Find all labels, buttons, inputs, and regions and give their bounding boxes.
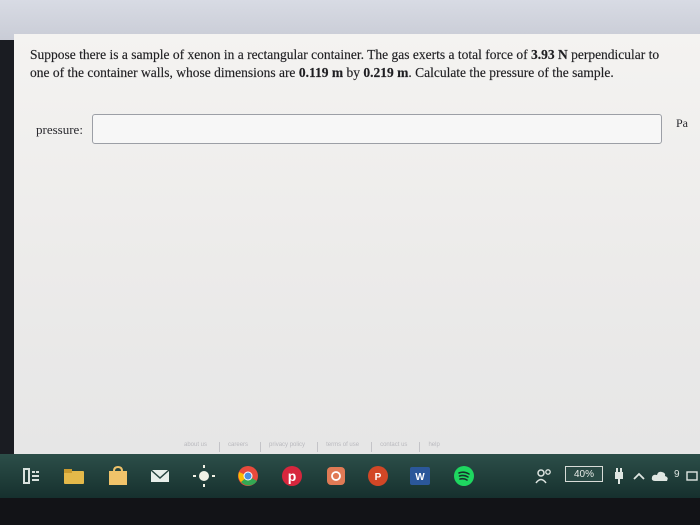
task-view-icon[interactable] bbox=[18, 462, 46, 490]
question-value: 0.219 m bbox=[363, 65, 409, 80]
footer-link-help[interactable]: help bbox=[419, 442, 440, 452]
footer-links: about us careers privacy policy terms of… bbox=[184, 442, 484, 452]
powerpoint-icon[interactable]: P bbox=[364, 462, 392, 490]
question-text-segment: Suppose there is a sample of xenon in a … bbox=[30, 47, 531, 62]
answer-row: pressure: Pa bbox=[36, 114, 696, 148]
browser-content-area: Suppose there is a sample of xenon in a … bbox=[14, 34, 700, 454]
footer-link-contact[interactable]: contact us bbox=[371, 442, 407, 452]
footer-link-terms[interactable]: terms of use bbox=[317, 442, 359, 452]
footer-link-about[interactable]: about us bbox=[184, 442, 207, 452]
people-icon[interactable] bbox=[530, 462, 558, 490]
chrome-icon[interactable] bbox=[234, 462, 262, 490]
cloud-icon[interactable] bbox=[650, 462, 670, 490]
notification-icon[interactable] bbox=[684, 462, 700, 490]
chevron-up-icon[interactable] bbox=[630, 462, 648, 490]
svg-text:P: P bbox=[375, 472, 382, 483]
footer-link-privacy[interactable]: privacy policy bbox=[260, 442, 305, 452]
svg-text:W: W bbox=[415, 472, 425, 483]
svg-text:p: p bbox=[288, 468, 297, 484]
question-value: 3.93 N bbox=[530, 47, 568, 62]
question-value: 0.119 m bbox=[298, 65, 344, 80]
pressure-unit: Pa bbox=[676, 116, 688, 130]
store-icon[interactable] bbox=[104, 462, 132, 490]
instagram-icon[interactable] bbox=[322, 462, 350, 490]
question-text: Suppose there is a sample of xenon in a … bbox=[30, 46, 680, 82]
monitor-bezel-bottom bbox=[0, 498, 700, 525]
battery-indicator[interactable]: 40% bbox=[565, 466, 603, 482]
pressure-label: pressure: bbox=[36, 122, 83, 137]
brightness-icon[interactable] bbox=[190, 462, 218, 490]
footer-link-careers[interactable]: careers bbox=[219, 442, 248, 452]
pressure-input[interactable] bbox=[92, 114, 662, 144]
power-plug-icon[interactable] bbox=[610, 462, 628, 490]
pinterest-icon[interactable]: p bbox=[278, 462, 306, 490]
file-explorer-icon[interactable] bbox=[60, 462, 88, 490]
spotify-icon[interactable] bbox=[450, 462, 478, 490]
mail-icon[interactable] bbox=[146, 462, 174, 490]
word-icon[interactable]: W bbox=[406, 462, 434, 490]
tray-text: 9 bbox=[674, 469, 680, 480]
question-text-segment: . Calculate the pressure of the sample. bbox=[408, 65, 614, 80]
question-text-segment: by bbox=[343, 65, 364, 80]
